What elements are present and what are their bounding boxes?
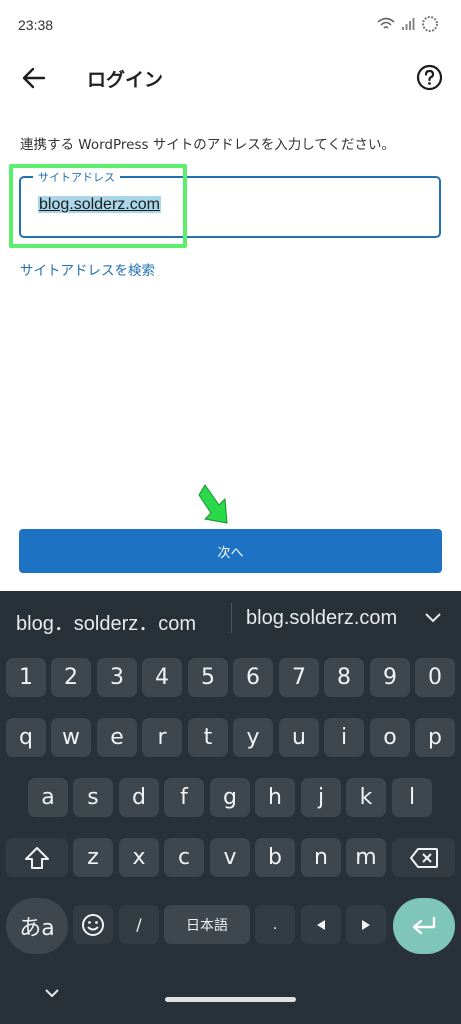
key-p[interactable]: p [415,718,455,757]
site-address-field[interactable]: サイトアドレス blog.solderz.com [19,169,441,238]
suggestion-1[interactable]: blog．solderz．com [16,607,196,636]
key-r[interactable]: r [142,718,182,757]
triangle-left-icon [317,919,325,930]
chevron-down-icon[interactable] [423,611,443,625]
key-o[interactable]: o [370,718,410,757]
key-x[interactable]: x [119,838,159,877]
status-bar: 23:38 [0,0,461,52]
emoji-icon [82,913,104,936]
site-address-input[interactable]: blog.solderz.com [38,196,161,214]
key-b[interactable]: b [255,838,295,877]
key-8[interactable]: 8 [324,658,364,697]
page-title: ログイン [87,69,164,91]
key-q[interactable]: q [6,718,46,757]
key-t[interactable]: t [188,718,228,757]
next-button[interactable]: 次へ [19,529,442,573]
app-bar: ログイン [0,52,461,102]
key-e[interactable]: e [97,718,137,757]
status-time: 23:38 [18,17,54,33]
site-address-value: blog.solderz.com [38,196,161,213]
key-5[interactable]: 5 [188,658,228,697]
arrow-down-icon [198,484,228,524]
key-4[interactable]: 4 [142,658,182,697]
site-address-label: サイトアドレス [33,169,120,185]
key-7[interactable]: 7 [279,658,319,697]
wifi-icon [377,17,395,29]
backspace-key[interactable] [392,838,455,877]
suggestion-2[interactable]: blog.solderz.com [246,607,397,630]
key-z[interactable]: z [73,838,113,877]
triangle-right-icon [362,919,370,930]
key-m[interactable]: m [346,838,386,877]
key-g[interactable]: g [210,778,250,817]
key-1[interactable]: 1 [6,658,46,697]
key-d[interactable]: d [119,778,159,817]
back-arrow-icon[interactable] [20,64,48,92]
enter-key[interactable] [393,898,455,954]
home-indicator[interactable] [165,997,296,1002]
key-n[interactable]: n [301,838,341,877]
key-v[interactable]: v [210,838,250,877]
emoji-key[interactable] [73,905,113,944]
key-2[interactable]: 2 [51,658,91,697]
suggestion-divider [231,603,232,633]
key-i[interactable]: i [324,718,364,757]
key-l[interactable]: l [392,778,432,817]
status-icons [377,15,439,33]
suggestion-bar: blog．solderz．com blog.solderz.com [0,591,461,647]
enter-icon [412,916,436,935]
key-f[interactable]: f [164,778,204,817]
slash-key[interactable]: / [119,905,159,944]
key-9[interactable]: 9 [370,658,410,697]
key-a[interactable]: a [28,778,68,817]
key-w[interactable]: w [51,718,91,757]
key-3[interactable]: 3 [97,658,137,697]
input-mode-key[interactable]: あa [6,898,68,954]
shift-icon [25,846,49,869]
cursor-left-key[interactable] [301,905,341,944]
search-site-address-link[interactable]: サイトアドレスを検索 [20,259,155,279]
help-icon[interactable] [416,64,443,91]
key-k[interactable]: k [346,778,386,817]
key-s[interactable]: s [73,778,113,817]
keyboard: blog．solderz．com blog.solderz.com 1 2 3 … [0,591,461,1024]
hide-keyboard-icon[interactable] [42,987,62,1001]
key-0[interactable]: 0 [415,658,455,697]
key-j[interactable]: j [301,778,341,817]
input-mode-label: あa [19,916,55,941]
cursor-right-key[interactable] [346,905,386,944]
key-6[interactable]: 6 [233,658,273,697]
signal-icon [402,18,415,30]
backspace-icon [409,847,438,868]
instruction-text: 連携する WordPress サイトのアドレスを入力してください。 [20,137,396,153]
space-key[interactable]: 日本語 [164,905,250,944]
key-u[interactable]: u [279,718,319,757]
period-key[interactable]: . [255,905,295,944]
key-h[interactable]: h [255,778,295,817]
key-c[interactable]: c [164,838,204,877]
loading-icon [422,16,438,32]
shift-key[interactable] [6,838,68,877]
key-y[interactable]: y [233,718,273,757]
